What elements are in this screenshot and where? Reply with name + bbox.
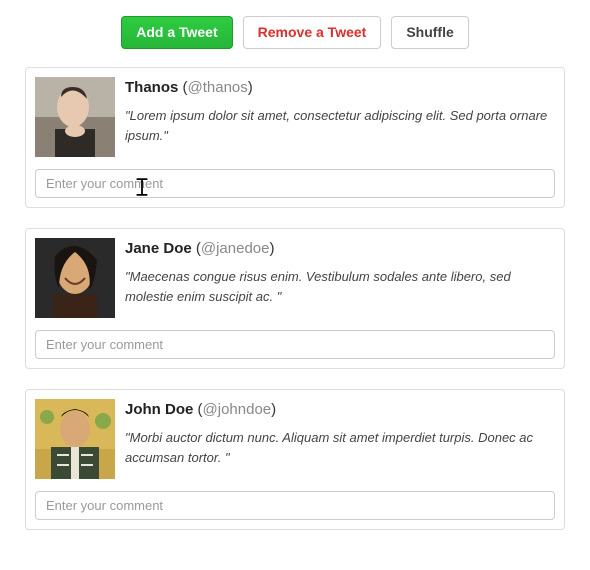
tweet-body: John Doe (@johndoe) "Morbi auctor dictum… <box>125 399 555 479</box>
tweet-user-handle: @thanos <box>188 79 248 96</box>
tweet-text: "Maecenas congue risus enim. Vestibulum … <box>125 267 555 307</box>
avatar <box>35 77 115 157</box>
comment-input[interactable] <box>35 330 555 359</box>
tweet-text: "Morbi auctor dictum nunc. Aliquam sit a… <box>125 428 555 468</box>
tweet-feed: Thanos (@thanos) "Lorem ipsum dolor sit … <box>0 67 590 570</box>
paren-close: ) <box>270 240 275 257</box>
tweet-card: Thanos (@thanos) "Lorem ipsum dolor sit … <box>25 67 565 208</box>
tweet-user-name: John Doe <box>125 401 193 418</box>
comment-input[interactable] <box>35 491 555 520</box>
paren-close: ) <box>271 401 276 418</box>
tweet-header: John Doe (@johndoe) "Morbi auctor dictum… <box>35 399 555 479</box>
avatar <box>35 399 115 479</box>
action-button-row: Add a Tweet Remove a Tweet Shuffle <box>0 0 590 67</box>
shuffle-button[interactable]: Shuffle <box>391 16 468 49</box>
tweet-user-line: Jane Doe (@janedoe) <box>125 240 555 257</box>
tweet-body: Jane Doe (@janedoe) "Maecenas congue ris… <box>125 238 555 318</box>
avatar-image <box>35 399 115 479</box>
tweet-user-handle: @johndoe <box>203 401 272 418</box>
paren-close: ) <box>248 79 253 96</box>
tweet-user-handle: @janedoe <box>201 240 270 257</box>
tweet-text: "Lorem ipsum dolor sit amet, consectetur… <box>125 106 555 146</box>
tweet-card: Jane Doe (@janedoe) "Maecenas congue ris… <box>25 228 565 369</box>
avatar-image <box>35 77 115 157</box>
tweet-user-name: Jane Doe <box>125 240 192 257</box>
tweet-header: Jane Doe (@janedoe) "Maecenas congue ris… <box>35 238 555 318</box>
tweet-user-line: John Doe (@johndoe) <box>125 401 555 418</box>
tweet-card: John Doe (@johndoe) "Morbi auctor dictum… <box>25 389 565 530</box>
comment-input[interactable] <box>35 169 555 198</box>
tweet-user-line: Thanos (@thanos) <box>125 79 555 96</box>
add-tweet-button[interactable]: Add a Tweet <box>121 16 232 49</box>
tweet-user-name: Thanos <box>125 79 178 96</box>
tweet-body: Thanos (@thanos) "Lorem ipsum dolor sit … <box>125 77 555 157</box>
remove-tweet-button[interactable]: Remove a Tweet <box>243 16 382 49</box>
tweet-header: Thanos (@thanos) "Lorem ipsum dolor sit … <box>35 77 555 157</box>
avatar <box>35 238 115 318</box>
avatar-image <box>35 238 115 318</box>
